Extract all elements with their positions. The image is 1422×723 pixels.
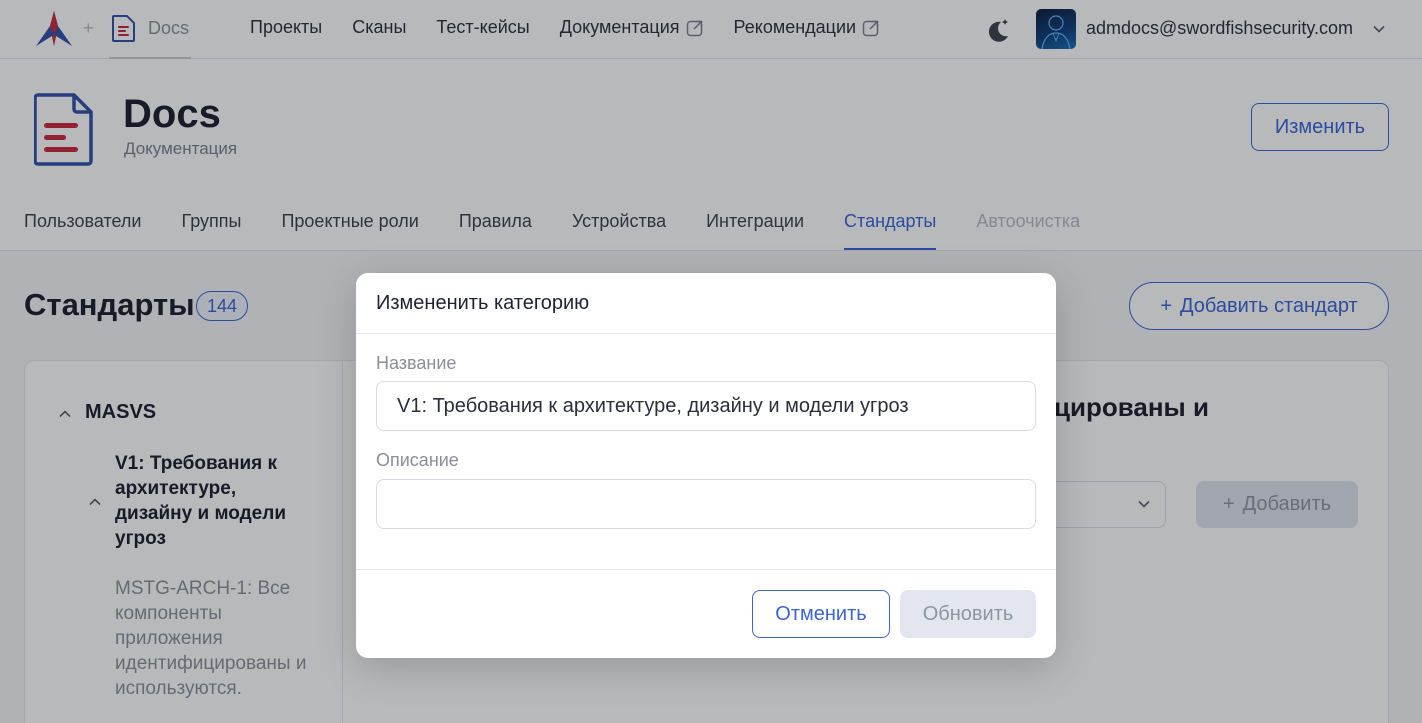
description-label: Описание bbox=[376, 450, 459, 470]
description-input[interactable] bbox=[376, 479, 1036, 529]
update-button[interactable]: Обновить bbox=[900, 590, 1036, 638]
cancel-button[interactable]: Отменить bbox=[752, 590, 890, 638]
name-label: Название bbox=[376, 353, 457, 373]
dialog-header-divider bbox=[356, 333, 1056, 334]
dialog-footer-divider bbox=[356, 569, 1056, 570]
edit-category-dialog: Измененить категорию Название Описание О… bbox=[356, 273, 1056, 658]
name-input[interactable] bbox=[376, 381, 1036, 431]
dialog-title: Измененить категорию bbox=[376, 292, 590, 314]
